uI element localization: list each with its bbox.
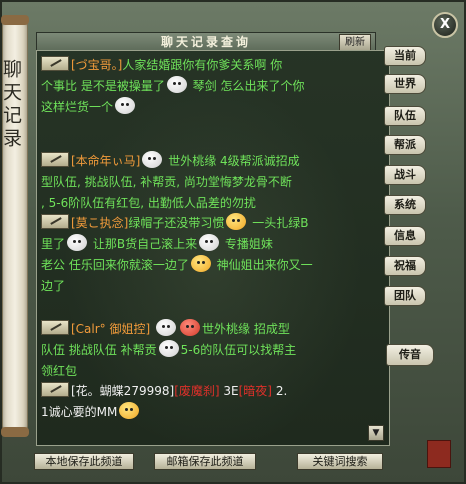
message-text: 1诚心要的MM [41, 405, 118, 419]
emoticon-icon [119, 402, 140, 419]
tab-blessing[interactable]: 祝福 [384, 256, 426, 276]
message-text: 神仙姐出来你又一 [216, 258, 313, 272]
title-tag: [暗夜] [238, 384, 272, 398]
tab-world[interactable]: 世界 [384, 74, 426, 94]
title-tag: [废魔刹] [174, 384, 220, 398]
emoticon-icon [190, 255, 211, 272]
message-text: 2. [275, 384, 288, 398]
message-text: 世外桃缘 4级帮派诚招成 [168, 154, 300, 168]
scroll-rod-top [1, 15, 29, 25]
tab-system[interactable]: 系统 [384, 195, 426, 215]
emoticon-icon [156, 319, 177, 336]
channel-icon[interactable] [41, 320, 69, 335]
message-text: 队伍 挑战队伍 补帮贡 [41, 343, 157, 357]
chat-log-panel[interactable]: [づ宝哥。]人家结婚跟你有你爹关系啊 你 个事比 是不是被操量了 琴剑 怎么出来… [36, 50, 390, 446]
channel-icon[interactable] [41, 152, 69, 167]
channel-icon[interactable] [41, 214, 69, 229]
message-text: 5-6的队伍可以找帮主 [180, 343, 297, 357]
chat-message: [Calr° 御姐控] 世外桃缘 招成型 队伍 挑战队伍 补帮贡 5-6的队伍可以… [41, 319, 385, 382]
message-text: 老公 任乐回来你就滚一边了 [41, 258, 189, 272]
message-text: 绿帽子还没带习惯 [128, 216, 225, 230]
scroll-down-button[interactable]: ▼ [368, 425, 384, 441]
close-button[interactable]: X [432, 12, 458, 38]
message-text: 个事比 是不是被操量了 [41, 79, 165, 93]
channel-icon[interactable] [41, 382, 69, 397]
message-text: 专播姐妹 [224, 237, 273, 251]
chat-message: [づ宝哥。]人家结婚跟你有你爹关系啊 你 个事比 是不是被操量了 琴剑 怎么出来… [41, 55, 385, 118]
chat-message: [莫こ执念]绿帽子还没带习惯 一头扎绿B 里了 让那B货自己滚上来 专播姐妹 老… [41, 213, 385, 297]
tab-current[interactable]: 当前 [384, 46, 426, 66]
message-text: 这样烂货一个 [41, 100, 114, 114]
emoticon-icon [67, 234, 88, 251]
tab-battle[interactable]: 战斗 [384, 165, 426, 185]
seal-icon [427, 440, 451, 468]
tab-whisper[interactable]: 传音 [386, 344, 434, 366]
sender-name[interactable]: [づ宝哥。] [71, 58, 122, 72]
message-text: 人家结婚跟你有你爹关系啊 你 [122, 58, 283, 72]
emoticon-icon [158, 340, 179, 357]
chat-message: [花。蝴蝶279998][废魔刹] 3E[暗夜] 2. 1诚心要的MM [41, 381, 385, 423]
message-text: 领红包 [41, 364, 78, 378]
save-local-button[interactable]: 本地保存此频道 [34, 453, 134, 470]
emoticon-icon [166, 76, 187, 93]
chat-message: [本命年ぃ马] 世外桃缘 4级帮派诚招成 型队伍, 挑战队伍, 补帮贡, 尚功堂… [41, 151, 385, 214]
tab-group[interactable]: 团队 [384, 286, 426, 306]
sender-name[interactable]: [花。蝴蝶279998] [71, 384, 174, 398]
message-text: 里了 [41, 237, 66, 251]
tab-team[interactable]: 队伍 [384, 106, 426, 126]
message-text: 型队伍, 挑战队伍, 补帮贡, 尚功堂悔梦龙骨不断 [41, 175, 292, 189]
emoticon-icon [142, 151, 163, 168]
emoticon-icon [115, 97, 136, 114]
message-text: 让那B货自己滚上来 [92, 237, 198, 251]
title-bar: 聊天记录查询 刷新 [36, 32, 376, 52]
message-text: 一头扎绿B [252, 216, 309, 230]
emoticon-icon [180, 319, 201, 336]
message-text: , 5-6阶队伍有红包, 出勤低人品差的勿扰 [41, 196, 256, 210]
sender-name[interactable]: [莫こ执念] [71, 216, 128, 230]
tab-guild[interactable]: 帮派 [384, 135, 426, 155]
scroll-rod-bottom [1, 427, 29, 437]
sender-name[interactable]: [Calr° 御姐控] [71, 322, 150, 336]
message-text: 琴剑 怎么出来了个你 [192, 79, 305, 93]
side-banner-text: 聊天记录 [0, 59, 22, 151]
message-text: 边了 [41, 279, 66, 293]
message-text: 世外桃缘 招成型 [202, 322, 290, 336]
window-title: 聊天记录查询 [160, 35, 251, 49]
save-mail-button[interactable]: 邮箱保存此频道 [154, 453, 256, 470]
emoticon-icon [199, 234, 220, 251]
refresh-button[interactable]: 刷新 [339, 34, 371, 51]
chat-log-window: 聊天记录 聊天记录查询 刷新 X [づ宝哥。]人家结婚跟你有你爹关系啊 你 个事… [0, 0, 466, 484]
emoticon-icon [226, 213, 247, 230]
tab-info[interactable]: 信息 [384, 226, 426, 246]
keyword-search-button[interactable]: 关键词搜索 [297, 453, 383, 470]
side-banner-scroll: 聊天记录 [0, 15, 29, 437]
sender-name[interactable]: [本命年ぃ马] [71, 154, 140, 168]
message-text: 3E [223, 384, 239, 398]
channel-icon[interactable] [41, 56, 69, 71]
